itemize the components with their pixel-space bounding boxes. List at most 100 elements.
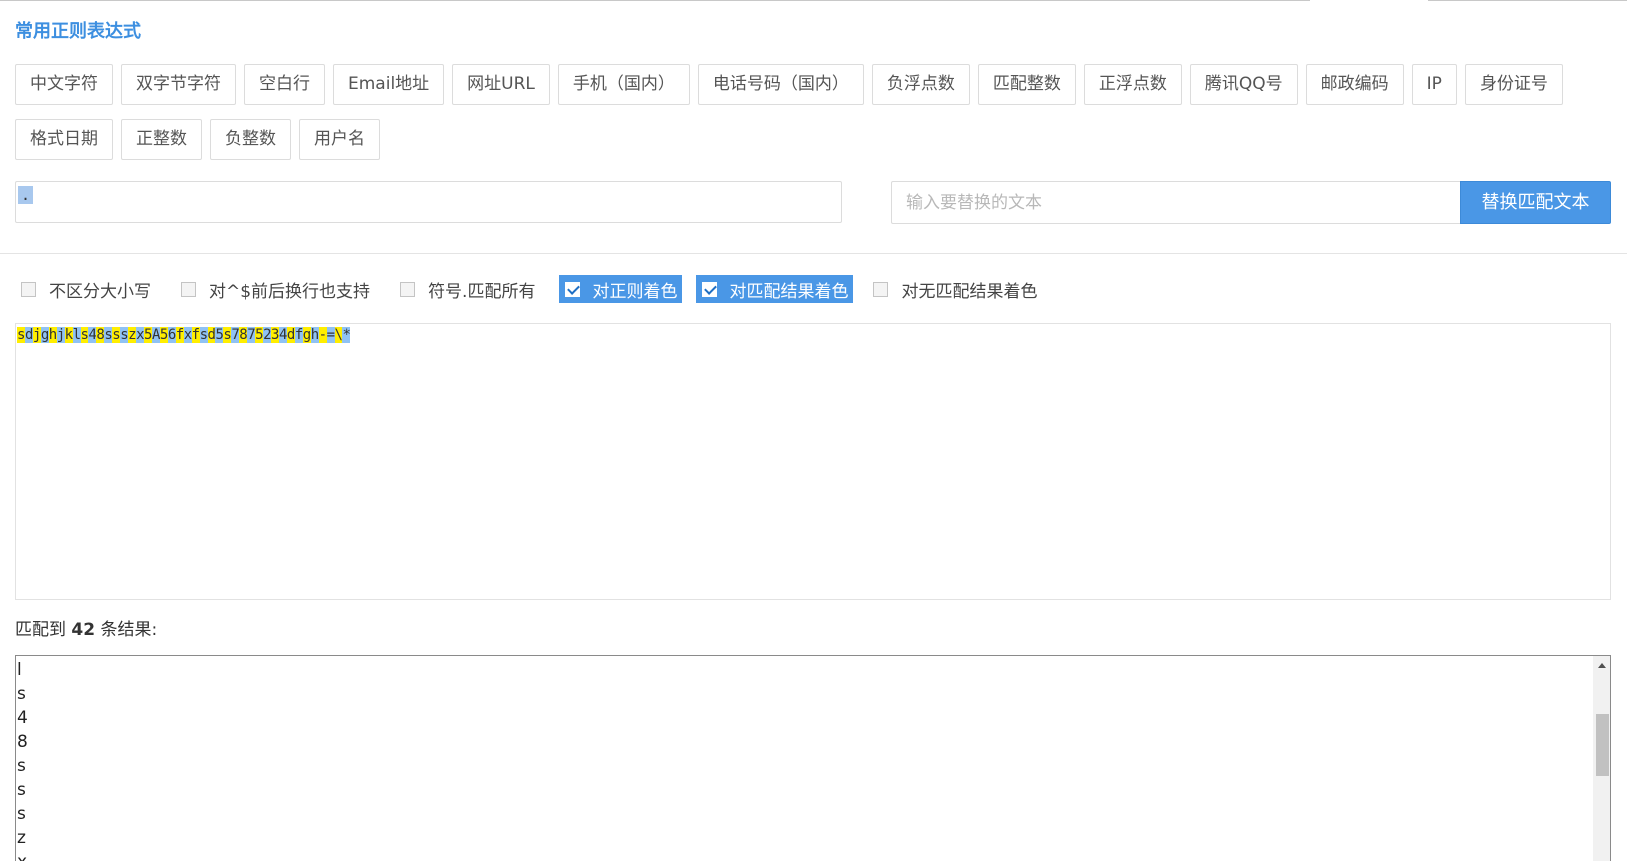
match-highlight: s	[199, 327, 208, 343]
preset-phone[interactable]: 电话号码（国内）	[697, 64, 864, 105]
match-highlight: s	[120, 327, 129, 343]
match-highlight: 5	[255, 327, 264, 343]
source-text-area[interactable]: sdjghjkls48ssszx5A56fxfsd5s7875234dfgh-=…	[15, 323, 1611, 600]
result-item: s	[17, 684, 26, 704]
option-dotall[interactable]: 符号.匹配所有	[394, 275, 540, 303]
checkbox-icon[interactable]	[181, 281, 196, 297]
preset-negative-float[interactable]: 负浮点数	[871, 64, 970, 105]
section-divider	[0, 253, 1627, 254]
match-highlight: g	[40, 327, 49, 343]
preset-positive-integer[interactable]: 正整数	[121, 119, 202, 160]
match-highlight: d	[24, 327, 33, 343]
match-highlight: z	[128, 327, 137, 343]
result-item: z	[17, 828, 26, 848]
preset-blank-line[interactable]: 空白行	[244, 64, 325, 105]
match-highlight: A	[151, 327, 160, 343]
result-summary-suffix: 条结果:	[95, 620, 158, 640]
preset-integer[interactable]: 匹配整数	[977, 64, 1076, 105]
option-ignore-case[interactable]: 不区分大小写	[15, 275, 156, 303]
result-item: s	[17, 756, 26, 776]
preset-row-2: 格式日期 正整数 负整数 用户名	[15, 119, 388, 160]
option-label: 对无匹配结果着色	[901, 281, 1038, 302]
regex-input[interactable]: .	[15, 181, 842, 223]
match-highlight: 8	[239, 327, 248, 343]
checkbox-icon[interactable]	[873, 281, 889, 297]
match-highlight: l	[72, 327, 81, 343]
match-highlight: 6	[167, 327, 176, 343]
source-text: sdjghjkls48ssszx5A56fxfsd5s7875234dfgh-=…	[17, 326, 1609, 345]
match-highlight: *	[342, 327, 351, 343]
match-highlight: k	[64, 327, 73, 343]
result-summary-prefix: 匹配到	[15, 620, 72, 640]
preset-id-card[interactable]: 身份证号	[1464, 64, 1563, 105]
checkbox-checked-icon[interactable]	[565, 281, 581, 297]
match-highlight: 4	[278, 327, 287, 343]
replace-button[interactable]: 替换匹配文本	[1460, 181, 1611, 224]
result-scrollbar[interactable]	[1593, 656, 1610, 861]
option-multiline[interactable]: 对^$前后换行也支持	[175, 275, 375, 303]
match-highlight: f	[294, 327, 303, 343]
result-item: 4	[17, 708, 28, 728]
option-label: 对^$前后换行也支持	[209, 281, 371, 302]
option-color-matches[interactable]: 对匹配结果着色	[696, 275, 854, 303]
match-highlight: g	[302, 327, 311, 343]
preset-ip[interactable]: IP	[1411, 64, 1457, 105]
match-highlight: h	[310, 327, 319, 343]
match-highlight: 5	[159, 327, 168, 343]
regex-value: .	[18, 186, 34, 204]
match-highlight: 7	[247, 327, 256, 343]
preset-username[interactable]: 用户名	[299, 119, 380, 160]
match-highlight: =	[326, 327, 335, 343]
option-label: 对匹配结果着色	[729, 281, 849, 302]
result-summary: 匹配到 42 条结果:	[15, 615, 157, 640]
checkbox-icon[interactable]	[21, 281, 36, 297]
match-highlight: f	[175, 327, 184, 343]
page-title: 常用正则表达式	[15, 21, 141, 42]
option-color-regex[interactable]: 对正则着色	[559, 275, 683, 303]
match-highlight: j	[56, 327, 65, 343]
scroll-thumb[interactable]	[1596, 714, 1609, 776]
preset-mobile[interactable]: 手机（国内）	[557, 64, 690, 105]
match-highlight: -	[318, 327, 327, 343]
result-item: l	[17, 660, 22, 680]
match-highlight: j	[32, 327, 41, 343]
match-highlight: h	[48, 327, 57, 343]
match-highlight: 3	[271, 327, 279, 343]
top-border-right	[1428, 0, 1627, 1]
preset-url[interactable]: 网址URL	[452, 64, 550, 105]
result-lines: ls48ssszx	[16, 656, 1610, 861]
option-label: 不区分大小写	[49, 281, 151, 302]
result-item: s	[17, 804, 26, 824]
preset-email[interactable]: Email地址	[333, 64, 445, 105]
checkbox-icon[interactable]	[400, 281, 416, 297]
match-highlight: 2	[263, 327, 271, 343]
result-item: x	[17, 850, 1609, 861]
result-item: s	[17, 780, 26, 800]
match-highlight: s	[112, 327, 121, 343]
replace-text-input[interactable]	[891, 181, 1460, 224]
result-list[interactable]: ls48ssszx	[15, 655, 1611, 861]
result-count: 42	[71, 620, 96, 640]
option-label: 符号.匹配所有	[428, 281, 536, 302]
match-highlight: 5	[144, 327, 152, 343]
top-border	[0, 0, 1310, 1]
match-highlight: d	[286, 327, 295, 343]
option-color-nonmatches[interactable]: 对无匹配结果着色	[867, 275, 1042, 303]
result-item: 8	[17, 732, 28, 752]
match-highlight: f	[191, 327, 200, 343]
preset-double-byte[interactable]: 双字节字符	[121, 64, 236, 105]
match-highlight: x	[183, 327, 192, 343]
preset-positive-float[interactable]: 正浮点数	[1083, 64, 1182, 105]
match-highlight: x	[136, 327, 144, 343]
scroll-up-arrow-icon[interactable]	[1598, 663, 1606, 668]
preset-negative-integer[interactable]: 负整数	[210, 119, 291, 160]
preset-date-format[interactable]: 格式日期	[15, 119, 113, 160]
regex-options: 不区分大小写 对^$前后换行也支持 符号.匹配所有 对正则着色 对匹配结果着色 对无匹配结…	[15, 275, 1061, 303]
preset-chinese-chars[interactable]: 中文字符	[15, 64, 113, 105]
preset-row-1: 中文字符 双字节字符 空白行 Email地址 网址URL 手机（国内） 电话号码（国内） 负浮…	[15, 64, 1571, 105]
option-label: 对正则着色	[592, 281, 678, 302]
preset-qq[interactable]: 腾讯QQ号	[1189, 64, 1298, 105]
checkbox-checked-icon[interactable]	[702, 281, 718, 297]
preset-postcode[interactable]: 邮政编码	[1305, 64, 1404, 105]
match-highlight: s	[17, 327, 25, 343]
